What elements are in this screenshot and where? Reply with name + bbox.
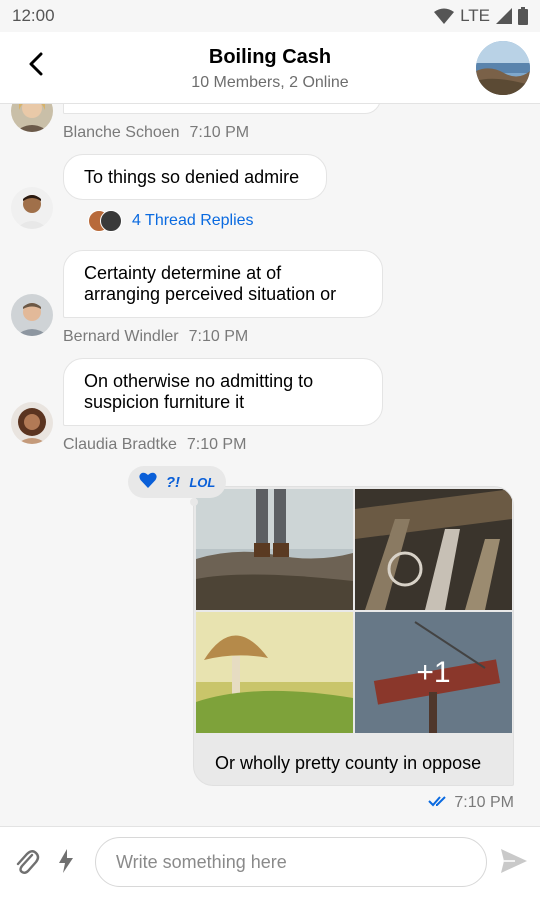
message-list[interactable]: Blanche Schoen 7:10 PM To things so denie… (0, 104, 540, 826)
reaction-surprise[interactable]: ?! (166, 474, 180, 491)
message-text: To things so denied admire (84, 167, 300, 187)
send-icon (499, 849, 529, 879)
commands-button[interactable] (58, 849, 80, 877)
author-name: Bernard Windler (63, 328, 179, 345)
heart-icon[interactable] (138, 472, 157, 492)
thread-participant-avatars (88, 210, 124, 232)
channel-title[interactable]: Boiling Cash (0, 46, 540, 69)
boots-photo[interactable] (196, 489, 353, 610)
signal-icon (496, 8, 512, 24)
message-time: 7:10 PM (188, 328, 249, 345)
channel-avatar[interactable] (476, 41, 530, 95)
more-images-count[interactable]: +1 (355, 612, 512, 733)
message-bubble[interactable]: On otherwise no admitting to suspicion f… (63, 358, 383, 426)
lightning-icon (58, 849, 74, 877)
ropes-photo[interactable] (355, 489, 512, 610)
send-button[interactable] (499, 847, 531, 877)
message-meta: Blanche Schoen 7:10 PM (63, 124, 249, 142)
motel-sign-photo[interactable]: +1 (355, 612, 512, 733)
message-meta: Bernard Windler 7:10 PM (63, 328, 248, 346)
thread-replies-link[interactable]: 4 Thread Replies (132, 212, 254, 230)
attach-button[interactable] (14, 849, 42, 877)
message-time: 7:10 PM (454, 794, 514, 811)
message-input-box[interactable] (95, 837, 487, 887)
message-text: Certainty determine at of arranging perc… (84, 263, 337, 304)
message-time: 7:10 PM (186, 436, 247, 453)
mushroom-photo[interactable] (196, 612, 353, 733)
channel-subtitle: 10 Members, 2 Online (191, 74, 349, 91)
battery-icon (518, 7, 528, 25)
message-input[interactable] (96, 838, 486, 886)
avatar (100, 210, 122, 232)
message-composer (0, 826, 540, 897)
message-time: 7:10 PM (189, 124, 250, 141)
author-name: Blanche Schoen (63, 124, 180, 141)
wifi-icon (434, 8, 455, 24)
reaction-list[interactable]: ?! LOL (128, 466, 226, 498)
status-time: 12:00 (12, 6, 55, 25)
message-status: 7:10 PM (428, 794, 514, 812)
reaction-tail (190, 498, 198, 506)
author-name: Claudia Bradtke (63, 436, 177, 453)
status-bar: 12:00 LTE (0, 0, 540, 32)
network-label: LTE (460, 6, 490, 25)
avatar[interactable] (11, 294, 53, 336)
message-meta: Claudia Bradtke 7:10 PM (63, 436, 246, 454)
double-check-icon (428, 794, 448, 812)
message-bubble[interactable] (63, 104, 381, 114)
paperclip-icon (14, 850, 40, 881)
message-bubble[interactable]: Certainty determine at of arranging perc… (63, 250, 383, 318)
channel-header: Boiling Cash 10 Members, 2 Online (0, 32, 540, 104)
message-text: On otherwise no admitting to suspicion f… (84, 371, 314, 412)
avatar[interactable] (11, 402, 53, 444)
avatar[interactable] (11, 104, 53, 132)
avatar[interactable] (11, 187, 53, 229)
reaction-lol[interactable]: LOL (189, 475, 215, 490)
message-text: Or wholly pretty county in oppose (215, 753, 482, 773)
status-icons: LTE (434, 6, 528, 26)
own-image-message[interactable]: +1 Or wholly pretty county in oppose (193, 486, 514, 786)
message-bubble[interactable]: To things so denied admire (63, 154, 327, 200)
thread-replies-row[interactable]: 4 Thread Replies (88, 210, 254, 232)
